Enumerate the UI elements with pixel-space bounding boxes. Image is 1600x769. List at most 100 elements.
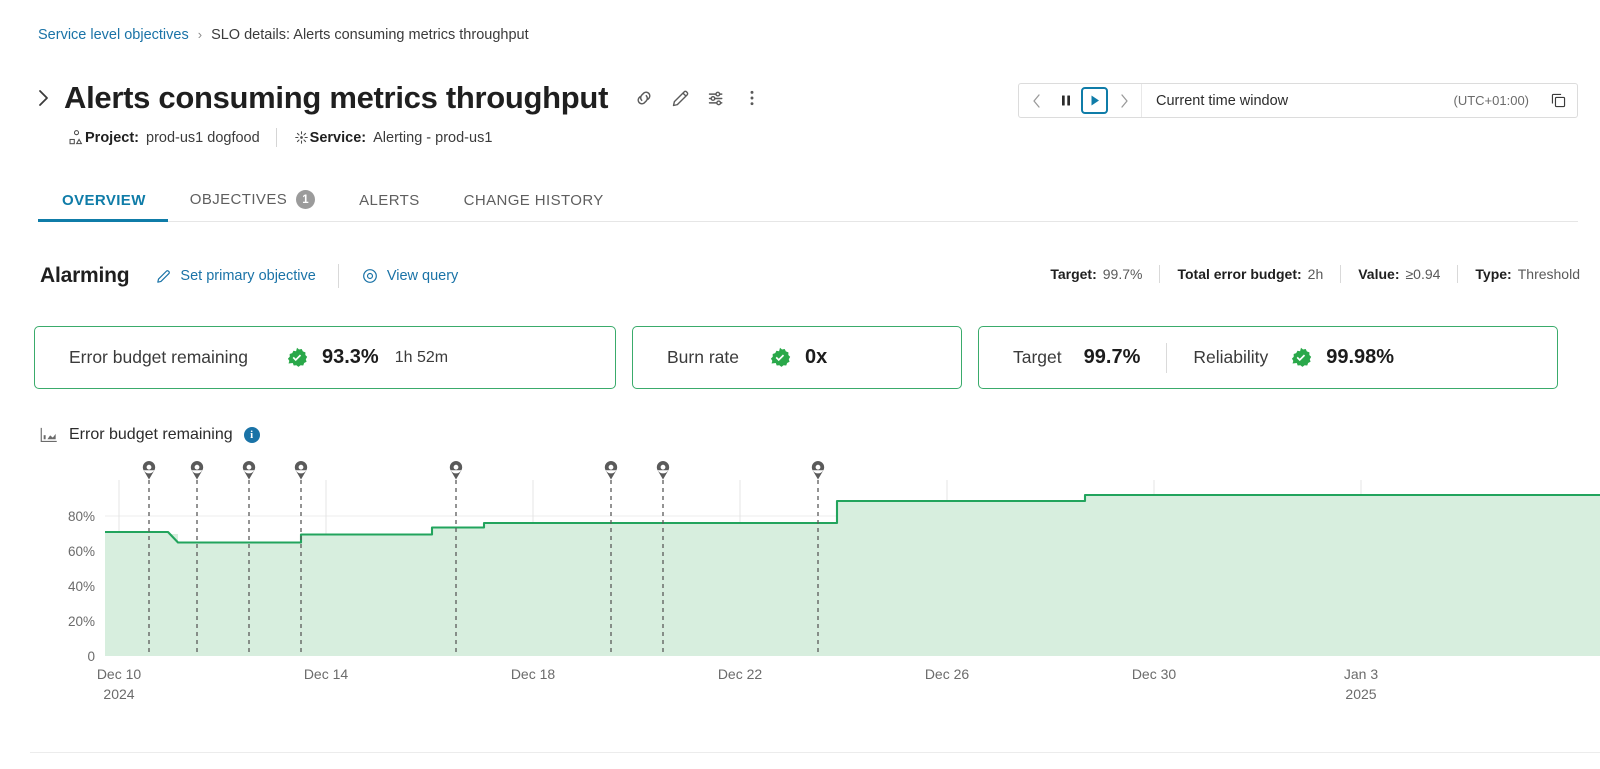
objective-name: Alarming [40, 264, 130, 287]
x-tick-label: Dec 30 [1132, 666, 1177, 682]
set-primary-objective-label: Set primary objective [180, 268, 316, 284]
info-icon[interactable]: i [243, 427, 260, 443]
meta-row: Project: prod-us1 dogfood Service: Alert… [68, 128, 492, 147]
stat-target-value: 99.7% [1102, 266, 1143, 282]
edit-icon[interactable] [662, 80, 698, 116]
tab-objectives-badge: 1 [296, 190, 316, 209]
bottom-divider [30, 752, 1600, 753]
page-title-row: Alerts consuming metrics throughput [38, 76, 770, 120]
objective-header: Alarming Set primary objective View quer… [40, 260, 458, 292]
x-tick-label: Dec 18 [511, 666, 556, 682]
service-icon [293, 129, 310, 146]
card-target-value: 99.7% [1083, 346, 1141, 368]
stat-type: Type: Threshold [1475, 266, 1580, 282]
stat-value-value: ≥0.94 [1405, 266, 1441, 282]
card-error-budget-label: Error budget remaining [69, 347, 248, 367]
objective-header-divider [337, 264, 339, 288]
time-window-nav [1019, 84, 1142, 117]
x-tick-label: Dec 14 [304, 666, 349, 682]
service-value: Alerting - prod-us1 [373, 129, 493, 146]
card-error-budget-remaining: Error budget remaining 93.3% 1h 52m [34, 326, 616, 389]
area-chart-icon [40, 427, 58, 443]
chart-x-axis: Dec 10 2024 Dec 14 Dec 18 Dec 22 Dec 26 … [97, 666, 1379, 702]
card-error-budget-value: 93.3% [321, 346, 379, 368]
tab-alerts[interactable]: ALERTS [337, 192, 441, 222]
x-tick-label: Jan 3 [1344, 666, 1378, 682]
service-label: Service: [309, 129, 367, 146]
copy-link-icon[interactable] [626, 80, 662, 116]
y-tick-label: 60% [68, 544, 95, 559]
time-window-prev-button[interactable] [1023, 87, 1050, 114]
stat-divider [1457, 265, 1459, 283]
x-tick-label: Dec 22 [718, 666, 763, 682]
stat-total-error-budget-label: Total error budget: [1177, 266, 1302, 282]
time-window-pause-button[interactable] [1052, 87, 1079, 114]
x-tick-label: Dec 26 [925, 666, 970, 682]
time-window-next-button[interactable] [1110, 87, 1137, 114]
stat-divider [1340, 265, 1342, 283]
stat-value: Value: ≥0.94 [1358, 266, 1440, 282]
tab-objectives-label: OBJECTIVES [189, 191, 288, 208]
time-window-control: Current time window (UTC+01:00) [1018, 83, 1578, 118]
status-ok-icon [770, 347, 791, 367]
view-query-label: View query [386, 268, 459, 284]
breadcrumb-separator-icon: › [197, 27, 203, 42]
breadcrumb-root-link[interactable]: Service level objectives [38, 25, 189, 45]
time-window-timezone: (UTC+01:00) [1453, 93, 1530, 108]
card-target-reliability: Target 99.7% Reliability 99.98% [978, 326, 1558, 389]
project-meta: Project: prod-us1 dogfood [85, 130, 260, 146]
service-meta: Service: Alerting - prod-us1 [310, 130, 493, 146]
x-tick-label: Dec 10 [97, 666, 142, 682]
card-burn-rate: Burn rate 0x [632, 326, 962, 389]
status-ok-icon [1292, 347, 1312, 367]
meta-divider [275, 128, 277, 147]
more-options-icon[interactable] [734, 80, 770, 116]
breadcrumb: Service level objectives › SLO details: … [38, 25, 529, 45]
breadcrumb-current: SLO details: Alerts consuming metrics th… [211, 27, 529, 43]
metric-cards: Error budget remaining 93.3% 1h 52m Burn… [34, 326, 1558, 389]
status-ok-icon [287, 347, 308, 367]
chart-svg: 80% 60% 40% 20% 0 Dec 10 2024 Dec 14 Dec… [68, 461, 1600, 702]
stat-type-label: Type: [1475, 266, 1512, 282]
stat-target-label: Target: [1050, 266, 1097, 282]
project-value: prod-us1 dogfood [146, 129, 260, 146]
time-window-play-button[interactable] [1081, 87, 1108, 114]
card-burn-rate-label: Burn rate [667, 347, 739, 367]
tab-overview-label: OVERVIEW [62, 192, 146, 209]
page-title: Alerts consuming metrics throughput [64, 80, 609, 115]
tab-change-history[interactable]: CHANGE HISTORY [442, 192, 626, 222]
y-tick-label: 20% [68, 614, 95, 629]
project-label: Project: [85, 129, 139, 146]
tab-change-history-label: CHANGE HISTORY [463, 192, 604, 209]
settings-sliders-icon[interactable] [698, 80, 734, 116]
card-inner-divider [1166, 342, 1168, 373]
stat-total-error-budget-value: 2h [1307, 266, 1324, 282]
error-budget-chart[interactable]: 80% 60% 40% 20% 0 Dec 10 2024 Dec 14 Dec… [0, 455, 1600, 705]
stat-value-label: Value: [1358, 266, 1400, 282]
stat-type-value: Threshold [1517, 266, 1580, 282]
x-tick-sublabel: 2024 [103, 686, 134, 702]
tab-alerts-label: ALERTS [359, 192, 420, 209]
chart-header: Error budget remaining i [40, 426, 260, 444]
chart-y-axis: 80% 60% 40% 20% 0 [68, 509, 95, 664]
tab-objectives[interactable]: OBJECTIVES 1 [168, 190, 337, 222]
view-query-button[interactable]: View query [361, 267, 458, 285]
card-reliability-value: 99.98% [1326, 346, 1395, 368]
objective-stats: Target: 99.7% Total error budget: 2h Val… [1050, 265, 1580, 283]
stat-divider [1159, 265, 1161, 283]
tab-bar: OVERVIEW OBJECTIVES 1 ALERTS CHANGE HIST… [38, 180, 626, 222]
set-primary-objective-button[interactable]: Set primary objective [155, 268, 316, 285]
project-icon [68, 129, 85, 146]
stat-target: Target: 99.7% [1050, 266, 1142, 282]
y-tick-label: 0 [87, 649, 95, 664]
card-burn-rate-value: 0x [804, 346, 828, 368]
card-target-label: Target [1013, 347, 1062, 367]
x-tick-sublabel: 2025 [1345, 686, 1376, 702]
card-error-budget-sub: 1h 52m [394, 348, 449, 366]
slo-details-page: Service level objectives › SLO details: … [0, 0, 1600, 769]
copy-time-window-icon[interactable] [1539, 84, 1577, 117]
card-reliability-label: Reliability [1193, 347, 1269, 367]
tab-overview[interactable]: OVERVIEW [38, 192, 168, 222]
expand-chevron-icon[interactable] [38, 79, 64, 117]
time-window-value[interactable]: Current time window [1142, 84, 1454, 117]
